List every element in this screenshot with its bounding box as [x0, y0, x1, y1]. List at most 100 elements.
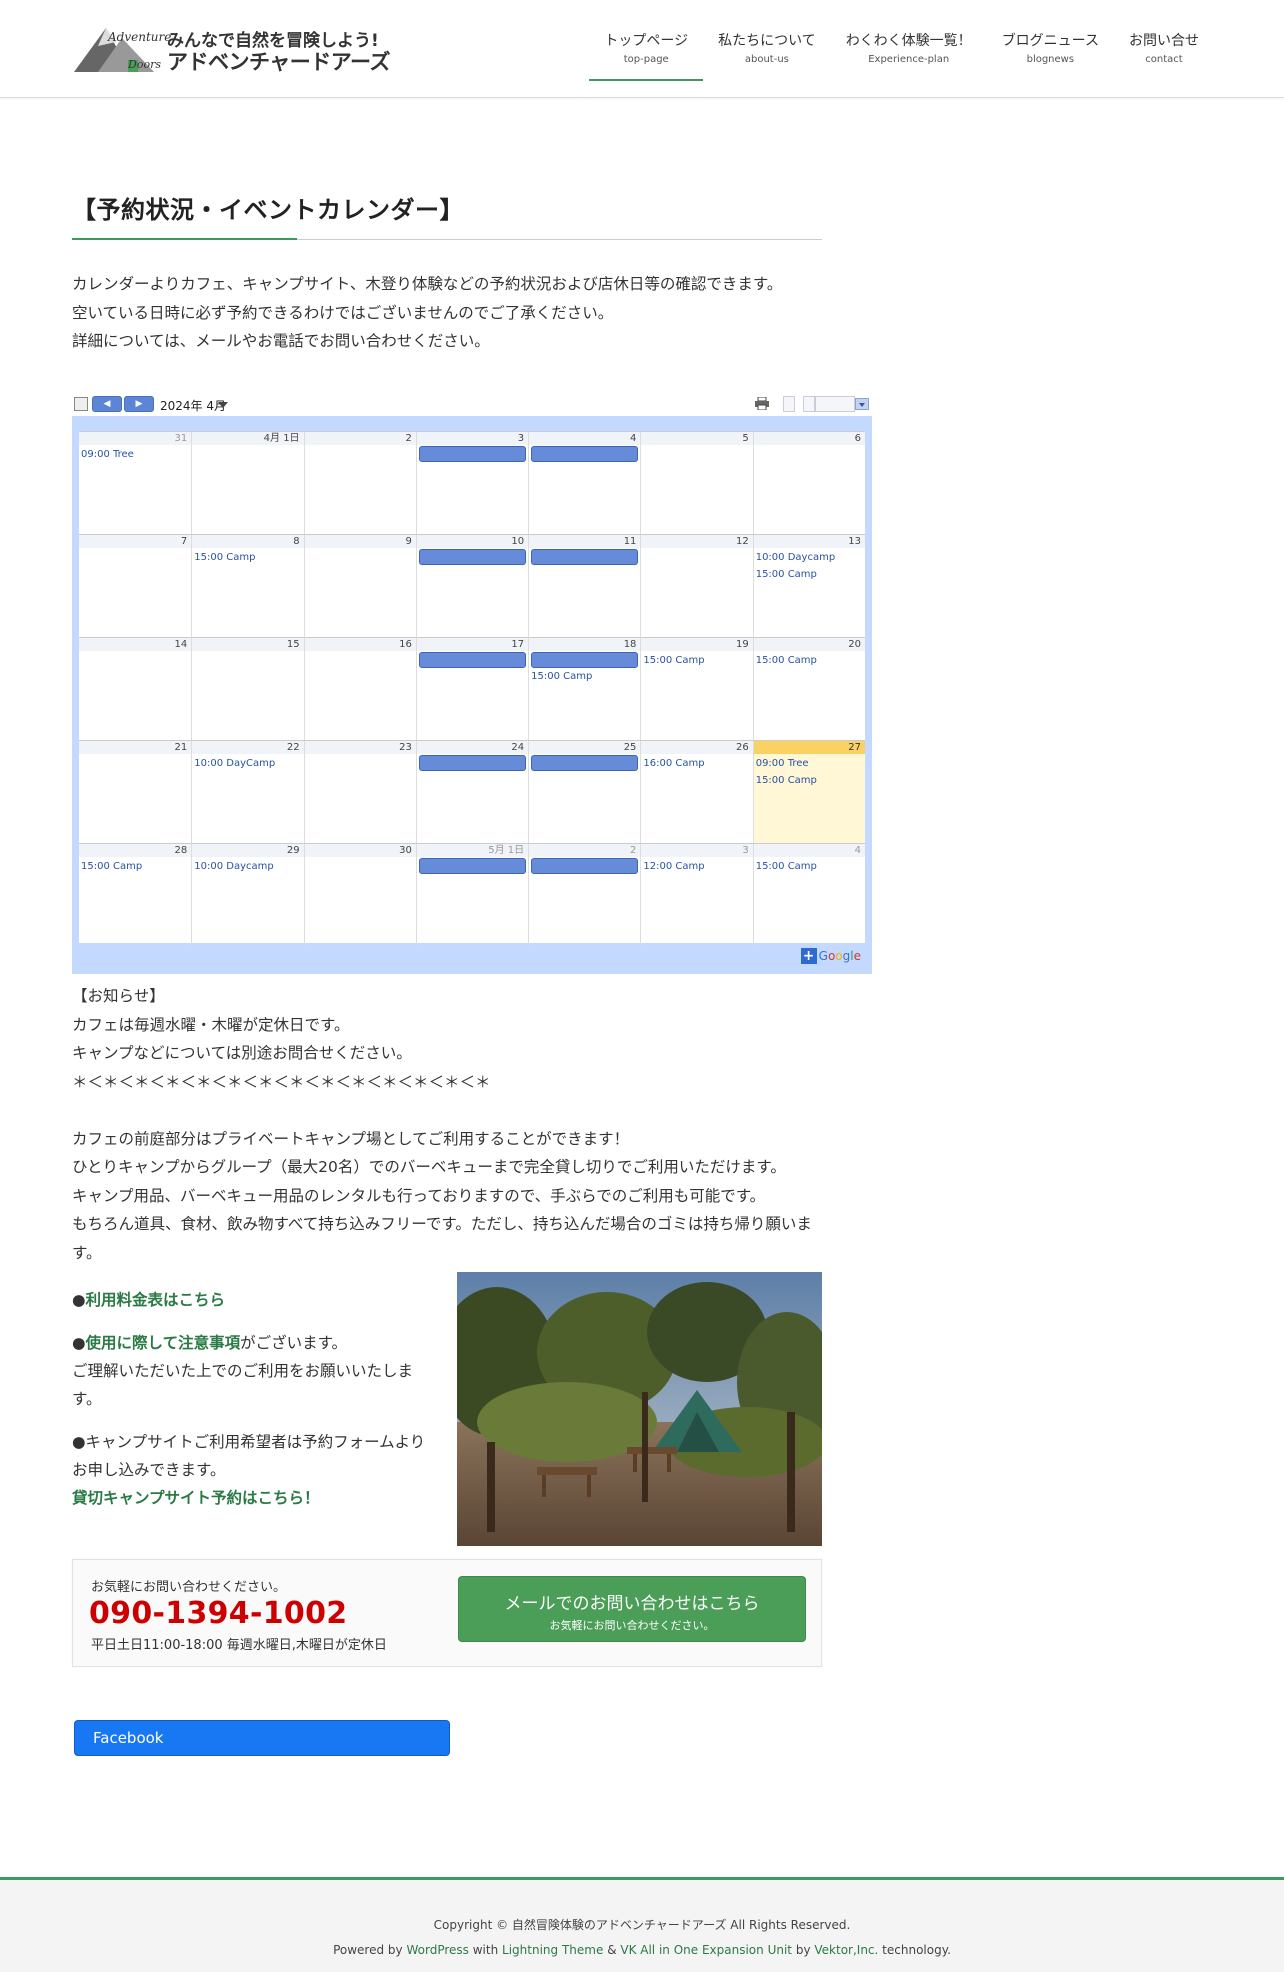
calendar-day[interactable]: 14 — [79, 638, 192, 740]
calendar-day[interactable]: 20 15:00 Camp — [752, 638, 865, 740]
caution-text: がございます。 — [240, 1334, 348, 1352]
calendar-event[interactable]: 15:00 Camp — [641, 652, 752, 669]
closed-day-event[interactable] — [418, 652, 527, 668]
closed-day-event[interactable] — [418, 755, 527, 771]
calendar-event[interactable]: 12:00 Camp — [641, 858, 752, 875]
calendar-event[interactable]: 15:00 Camp — [754, 652, 865, 669]
wordpress-link[interactable]: WordPress — [406, 1943, 468, 1957]
nav-contact[interactable]: お問い合せ contact — [1114, 30, 1214, 78]
next-month-button[interactable]: ▶ — [124, 396, 154, 412]
site-header: Adventure Doors みんなで自然を冒険しよう! アドベンチャードアー… — [0, 0, 1284, 98]
phone-number[interactable]: 090-1394-1002 — [89, 1596, 347, 1631]
calendar-day[interactable]: 31 09:00 Tree — [79, 432, 192, 534]
calendar-day[interactable]: 13 10:00 Daycamp 15:00 Camp — [752, 535, 865, 637]
closed-day-event[interactable] — [531, 446, 639, 462]
month-dropdown-icon[interactable] — [218, 402, 228, 408]
calendar-event[interactable]: 09:00 Tree — [79, 446, 191, 463]
nav-about-us[interactable]: 私たちについて about-us — [703, 30, 831, 78]
calendar-day[interactable]: 12 — [640, 535, 753, 637]
calendar-day[interactable]: 21 — [79, 741, 192, 843]
print-button[interactable] — [755, 396, 769, 410]
weekday-label — [528, 419, 640, 431]
closed-day-event[interactable] — [531, 549, 639, 565]
day-number: 4 — [753, 844, 865, 857]
calendar-day[interactable]: 2 — [528, 844, 641, 946]
calendar-day[interactable]: 5月 1日 — [415, 844, 529, 946]
calendar-day[interactable]: 17 — [415, 638, 529, 740]
caution-text-2: ご理解いただいた上でのご利用をお願いいたします。 — [72, 1362, 414, 1408]
logo-adventure: Adventure — [108, 30, 172, 44]
vektor-link[interactable]: Vektor,Inc. — [814, 1943, 878, 1957]
closed-day-event[interactable] — [418, 858, 527, 874]
fee-table-link[interactable]: 利用料金表はこちら — [86, 1291, 226, 1309]
calendar-day[interactable]: 3 12:00 Camp — [640, 844, 753, 946]
calendar-event[interactable]: 15:00 Camp — [754, 566, 865, 583]
calendar-day[interactable]: 18 15:00 Camp — [528, 638, 641, 740]
add-to-google-calendar[interactable]: + Google — [800, 948, 863, 964]
calendar-day[interactable]: 26 16:00 Camp — [640, 741, 753, 843]
chevron-down-icon[interactable] — [855, 398, 869, 410]
closed-day-event[interactable] — [418, 446, 527, 462]
email-contact-button[interactable]: メールでのお問い合わせはこちら お気軽にお問い合わせください。 — [458, 1576, 806, 1642]
campsite-image — [457, 1272, 822, 1546]
calendar-event[interactable]: 10:00 DayCamp — [192, 755, 303, 772]
calendar-day[interactable]: 22 10:00 DayCamp — [191, 741, 304, 843]
calendar-day[interactable]: 23 — [303, 741, 416, 843]
calendar-day[interactable]: 6 — [752, 432, 865, 534]
calendar-frame: 31 09:00 Tree 4月 1日 2 3 4 5 6 7 8 15:00 Camp 9 10 11 1… — [72, 416, 872, 974]
calendar-event[interactable]: 09:00 Tree — [754, 755, 865, 772]
view-month-button[interactable] — [803, 396, 815, 412]
facebook-button[interactable]: Facebook — [74, 1720, 450, 1756]
calendar-day[interactable]: 5 — [640, 432, 753, 534]
calendar-day[interactable]: 7 — [79, 535, 192, 637]
calendar-event[interactable]: 15:00 Camp — [79, 858, 191, 875]
site-logo[interactable]: Adventure Doors みんなで自然を冒険しよう! アドベンチャードアー… — [72, 24, 390, 76]
calendar-day[interactable]: 10 — [415, 535, 529, 637]
calendar-day[interactable]: 4月 1日 — [191, 432, 304, 534]
vk-link[interactable]: VK All in One Expansion Unit — [620, 1943, 792, 1957]
closed-day-event[interactable] — [531, 755, 639, 771]
calendar-day[interactable]: 16 — [303, 638, 416, 740]
calendar-day[interactable]: 29 10:00 Daycamp — [191, 844, 304, 946]
prev-month-button[interactable]: ◀ — [92, 396, 122, 412]
calendar-day[interactable]: 3 — [415, 432, 529, 534]
calendar-day[interactable]: 2 — [303, 432, 416, 534]
closed-day-event[interactable] — [531, 652, 639, 668]
calendar-day[interactable]: 30 — [303, 844, 416, 946]
agenda-dropdown[interactable] — [815, 396, 855, 412]
day-number: 23 — [304, 741, 416, 754]
calendar-event[interactable]: 16:00 Camp — [641, 755, 752, 772]
nav-blognews[interactable]: ブログニュース blognews — [987, 30, 1114, 78]
nav-experience-plan[interactable]: わくわく体験一覧！ Experience-plan — [831, 30, 987, 78]
calendar-day[interactable]: 9 — [303, 535, 416, 637]
calendar-event[interactable]: 10:00 Daycamp — [192, 858, 303, 875]
calendar-day[interactable]: 8 15:00 Camp — [191, 535, 304, 637]
calendar-day[interactable]: 4 15:00 Camp — [752, 844, 865, 946]
nav-label: ブログニュース — [1001, 33, 1099, 49]
nav-top-page[interactable]: トップページ top-page — [589, 30, 703, 81]
calendar-day[interactable]: 11 — [528, 535, 641, 637]
bullet: ● — [72, 1334, 86, 1352]
calendar-event[interactable]: 15:00 Camp — [529, 668, 640, 685]
calendar-event[interactable]: 15:00 Camp — [754, 772, 865, 789]
today-button[interactable] — [74, 397, 88, 411]
caution-link[interactable]: 使用に際して注意事項 — [86, 1334, 241, 1352]
calendar-day[interactable]: 4 — [528, 432, 641, 534]
calendar-day[interactable]: 28 15:00 Camp — [79, 844, 192, 946]
business-hours: 平日土日11:00-18:00 毎週水曜日,木曜日が定休日 — [91, 1638, 387, 1653]
day-number: 7 — [79, 535, 192, 548]
calendar-day[interactable]: 25 — [528, 741, 641, 843]
calendar-event[interactable]: 15:00 Camp — [192, 549, 303, 566]
calendar-event[interactable]: 10:00 Daycamp — [754, 549, 865, 566]
calendar-day[interactable]: 19 15:00 Camp — [640, 638, 753, 740]
closed-day-event[interactable] — [531, 858, 639, 874]
calendar-day[interactable]: 15 — [191, 638, 304, 740]
calendar-day-today[interactable]: 27 09:00 Tree 15:00 Camp — [752, 741, 865, 843]
calendar-day[interactable]: 24 — [415, 741, 529, 843]
lightning-link[interactable]: Lightning Theme — [502, 1943, 603, 1957]
closed-day-event[interactable] — [418, 549, 527, 565]
calendar-event[interactable]: 15:00 Camp — [754, 858, 865, 875]
reserve-link[interactable]: 貸切キャンプサイト予約はこちら！ — [72, 1489, 320, 1507]
view-week-button[interactable] — [783, 396, 795, 412]
